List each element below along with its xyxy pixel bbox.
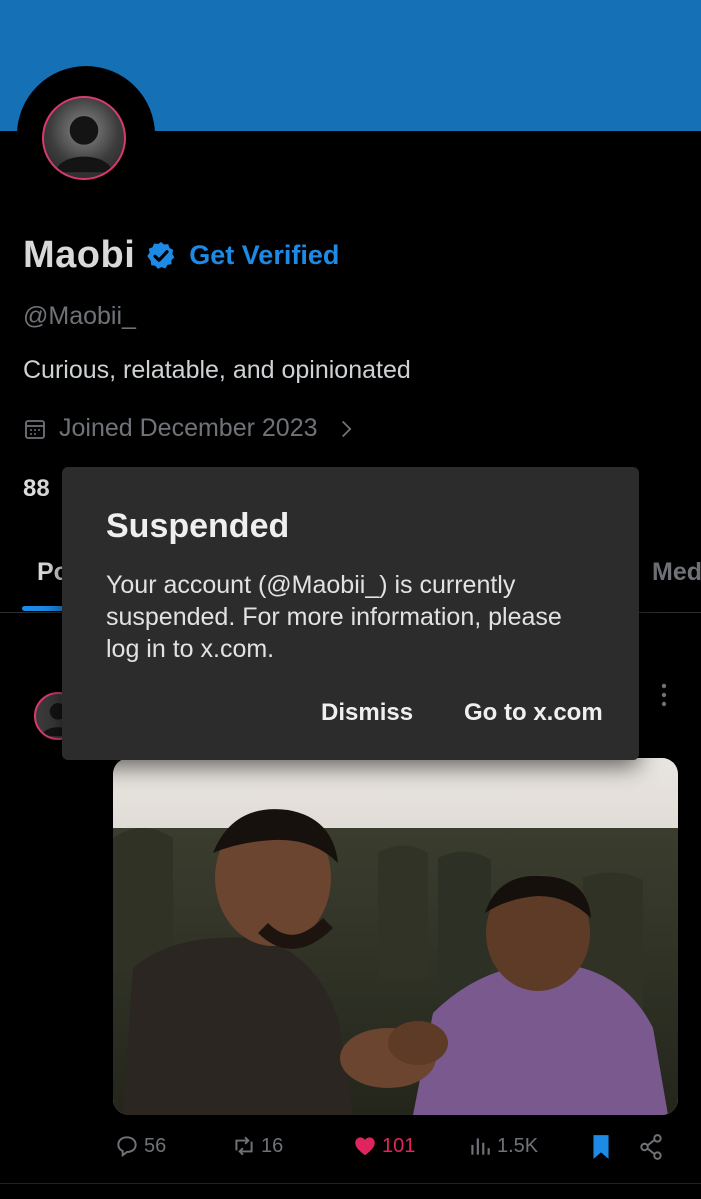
active-tab-indicator bbox=[22, 606, 66, 611]
reply-count: 56 bbox=[144, 1134, 167, 1157]
repost-action[interactable]: 16 bbox=[231, 1133, 283, 1159]
profile-bio: Curious, relatable, and opinionated bbox=[23, 356, 411, 384]
reply-icon bbox=[117, 1136, 137, 1158]
like-action[interactable]: 101 bbox=[352, 1133, 415, 1159]
heart-icon bbox=[355, 1137, 375, 1156]
post-photo-illustration bbox=[113, 758, 678, 1115]
views-action[interactable]: 1.5K bbox=[467, 1133, 538, 1159]
profile-handle: @Maobii_ bbox=[23, 302, 136, 330]
repost-count: 16 bbox=[261, 1134, 284, 1157]
bookmark-icon[interactable] bbox=[588, 1133, 614, 1161]
dialog-title: Suspended bbox=[106, 507, 290, 545]
tab-media[interactable]: Med bbox=[652, 558, 701, 587]
views-count: 1.5K bbox=[497, 1134, 539, 1157]
dismiss-button[interactable]: Dismiss bbox=[321, 699, 413, 727]
follow-stats[interactable]: 88 bbox=[23, 475, 50, 503]
go-to-x-button[interactable]: Go to x.com bbox=[464, 699, 603, 727]
post-divider bbox=[0, 1183, 701, 1184]
default-person-icon bbox=[55, 116, 113, 173]
dialog-message: Your account (@Maobii_) is currently sus… bbox=[106, 571, 562, 663]
views-icon bbox=[471, 1138, 490, 1155]
post-image[interactable] bbox=[113, 758, 678, 1115]
verified-badge-icon[interactable] bbox=[145, 240, 177, 272]
profile-name: Maobi bbox=[23, 234, 136, 276]
post-actions: 56 16 101 1.5K bbox=[0, 1133, 701, 1165]
calendar-icon bbox=[25, 419, 45, 439]
suspended-dialog: Suspended Your account (@Maobii_) is cur… bbox=[62, 467, 639, 760]
repost-icon bbox=[235, 1136, 253, 1156]
get-verified-link[interactable]: Get Verified bbox=[189, 240, 339, 271]
chevron-right-icon bbox=[341, 420, 351, 437]
profile-name-row: Maobi Get Verified bbox=[23, 234, 339, 277]
share-icon[interactable] bbox=[638, 1133, 664, 1161]
joined-date-row[interactable]: Joined December 2023 bbox=[23, 414, 356, 443]
joined-date-label: Joined December 2023 bbox=[59, 414, 318, 442]
profile-avatar[interactable] bbox=[42, 96, 126, 180]
more-vertical-icon[interactable] bbox=[656, 682, 672, 708]
like-count: 101 bbox=[382, 1134, 416, 1157]
reply-action[interactable]: 56 bbox=[114, 1133, 166, 1159]
